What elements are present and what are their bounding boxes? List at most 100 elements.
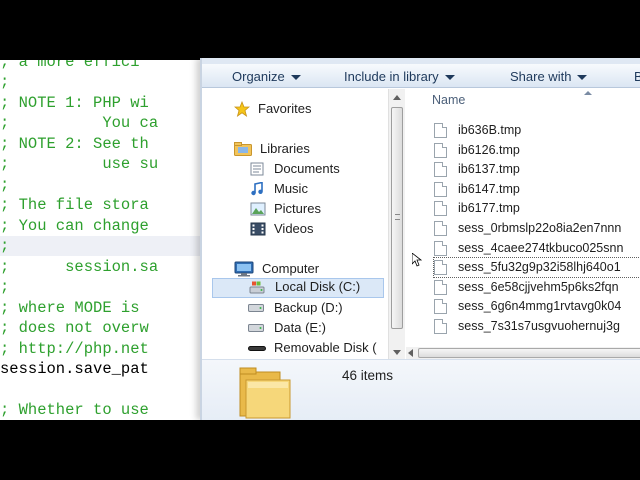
command-bar: Organize Include in library Share with B [202,64,640,88]
horizontal-scrollbar[interactable] [406,347,640,359]
organize-label: Organize [232,69,285,84]
scrollbar-thumb[interactable] [391,107,403,329]
nav-label: Music [274,181,308,196]
nav-videos[interactable]: Videos [250,219,384,239]
include-in-library-label: Include in library [344,69,439,84]
nav-pictures[interactable]: Pictures [250,199,384,219]
file-row[interactable]: ib6137.tmp [434,160,640,179]
chevron-down-icon [577,75,588,81]
code-line-current: ; [0,236,210,256]
code-line: ; [0,278,10,296]
organize-button[interactable]: Organize [232,68,301,86]
burn-label: B [634,69,640,84]
nav-label: Removable Disk ( [274,340,377,355]
file-list[interactable]: Name ib636B.tmp ib6126.tmp ib6137.tmp ib… [406,89,640,359]
nav-label: Backup (D:) [274,300,343,315]
file-name: ib6177.tmp [458,201,520,215]
file-name: sess_6e58cjjvehm5p6ks2fqn [458,280,619,294]
screen: ; a more effici ; ; NOTE 1: PHP wi ; You… [0,0,640,480]
file-row[interactable]: sess_6g6n4mmg1rvtavg0k04 [434,297,640,316]
videos-icon [250,222,266,236]
file-icon [434,319,447,334]
nav-data-e[interactable]: Data (E:) [248,318,384,338]
file-row[interactable]: sess_7s31s7usgvuohernuj3g [434,317,640,336]
pictures-icon [250,202,266,216]
code-line: ; a more effici [0,60,140,71]
nav-label: Videos [274,221,314,236]
column-name-label: Name [432,93,466,107]
code-line: ; where MODE is [0,299,149,317]
code-line: ; You can change [0,217,149,235]
code-line: ; NOTE 2: See th [0,135,149,153]
drive-icon [248,304,264,312]
file-row-focused[interactable]: sess_5fu32g9p32i58lhj640o1 [433,257,640,278]
file-name: ib6137.tmp [458,162,520,176]
removable-drive-icon [248,346,266,351]
star-icon [234,101,250,117]
file-row[interactable]: sess_6e58cjjvehm5p6ks2fqn [434,278,640,297]
column-header-name[interactable]: Name [406,89,640,113]
file-row[interactable]: ib6126.tmp [434,141,640,160]
code-line: ; NOTE 1: PHP wi [0,94,149,112]
include-in-library-button[interactable]: Include in library [344,68,455,86]
code-line: ; [0,73,10,91]
code-line: ; The file stora [0,196,149,214]
nav-favorites[interactable]: Favorites [234,99,384,119]
file-row[interactable]: ib6177.tmp [434,199,640,218]
file-icon [434,241,447,256]
nav-label: Libraries [260,141,310,156]
code-line: ; use su [0,155,159,173]
chevron-down-icon [290,75,301,81]
file-row[interactable]: sess_4caee274tkbuco025snn [434,239,640,258]
computer-icon [234,261,254,277]
nav-local-disk-c[interactable]: Local Disk (C:) [212,278,384,298]
chevron-down-icon [444,75,455,81]
file-name: ib636B.tmp [458,123,522,137]
sort-ascending-icon [584,91,592,95]
file-icon [434,260,447,275]
music-icon [251,182,263,196]
nav-documents[interactable]: Documents [250,159,384,179]
file-icon [434,123,447,138]
code-line: ; [0,176,10,194]
grip-icon [395,214,400,220]
file-icon [434,221,447,236]
scroll-down-arrow-icon[interactable] [393,350,401,355]
file-name: ib6126.tmp [458,143,520,157]
folder-icon [239,367,291,419]
file-row[interactable]: sess_0rbmslp22o8ia2en7nnn [434,219,640,238]
nav-libraries[interactable]: Libraries [234,139,384,159]
file-name: sess_0rbmslp22o8ia2en7nnn [458,221,622,235]
nav-computer[interactable]: Computer [234,259,384,279]
code-line: ; You ca [0,114,159,132]
documents-icon [250,162,264,176]
details-pane: 46 items [202,359,640,420]
scroll-left-arrow-icon[interactable] [408,349,413,357]
nav-label: Favorites [258,101,312,116]
scroll-up-arrow-icon[interactable] [393,95,401,100]
nav-label: Local Disk (C:) [275,279,361,294]
nav-label: Computer [262,261,320,276]
file-icon [434,143,447,158]
nav-label: Pictures [274,201,321,216]
explorer-window: Organize Include in library Share with B… [200,58,640,420]
nav-removable-disk[interactable]: Removable Disk ( [248,338,384,358]
code-line: ; Whether to use [0,401,149,419]
code-line: ; http://php.net [0,340,149,358]
item-count: 46 items [342,368,394,383]
nav-backup-d[interactable]: Backup (D:) [248,298,384,318]
file-icon [434,280,447,295]
system-drive-icon [249,281,265,294]
file-row[interactable]: ib636B.tmp [434,121,640,140]
nav-label: Data (E:) [274,320,327,335]
file-icon [434,182,447,197]
share-with-button[interactable]: Share with [510,68,588,86]
nav-scrollbar[interactable] [388,89,405,359]
file-icon [434,299,447,314]
mouse-cursor-icon [412,253,422,267]
code-line: ; does not overw [0,319,149,337]
burn-button[interactable]: B [634,68,640,86]
scrollbar-thumb[interactable] [418,348,640,358]
file-row[interactable]: ib6147.tmp [434,180,640,199]
nav-music[interactable]: Music [250,179,384,199]
